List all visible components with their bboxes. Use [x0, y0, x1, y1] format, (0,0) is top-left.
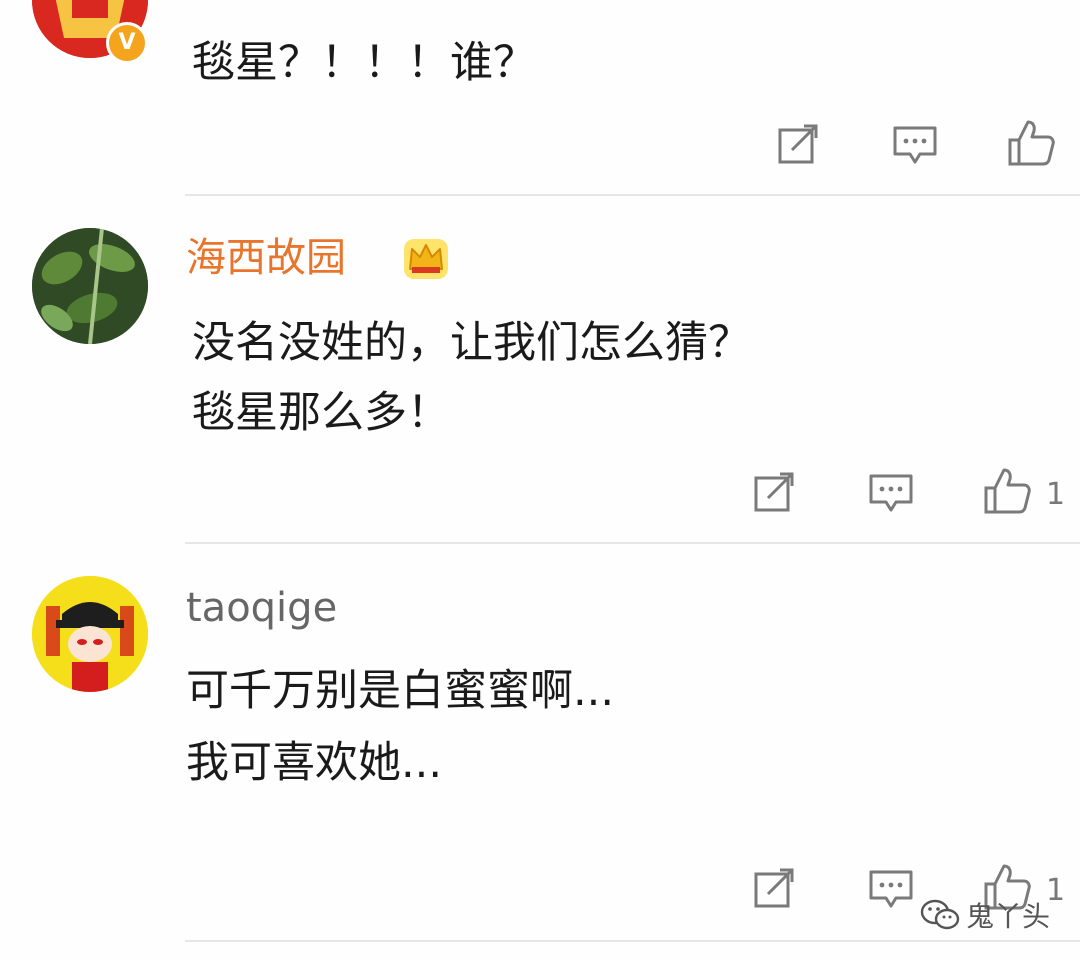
comment-text-line: 没名没姓的，让我们怎么猜？ [192, 318, 751, 368]
comment-text-line: 毯星那么多！ [192, 388, 450, 438]
watermark: 鬼丫头 [920, 895, 1050, 935]
username[interactable]: 海西故园 [186, 238, 346, 278]
crown-icon [404, 239, 448, 279]
repost-button[interactable] [774, 120, 824, 170]
avatar[interactable] [32, 228, 148, 344]
comment-divider [185, 542, 1080, 544]
avatar-image [32, 228, 148, 344]
comment-button[interactable] [890, 120, 940, 170]
wechat-icon [920, 899, 960, 930]
thumbs-up-icon [984, 468, 1031, 514]
comment-text-line: 可千万别是白蜜蜜啊... [186, 666, 615, 716]
like-count: 1 [1046, 477, 1066, 512]
avatar-image [32, 576, 148, 692]
comment-icon [869, 474, 913, 512]
avatar[interactable] [32, 576, 148, 692]
watermark-text: 鬼丫头 [966, 900, 1051, 933]
comment-icon [893, 126, 937, 164]
verified-badge: V [106, 22, 148, 64]
repost-button[interactable] [750, 468, 800, 518]
comment-text-line: 毯星？！！！谁？ [192, 38, 536, 88]
comment-text-line: 我可喜欢她... [186, 738, 443, 788]
like-button[interactable] [1006, 118, 1056, 168]
repost-icon [754, 472, 794, 512]
comment-button[interactable] [866, 468, 916, 518]
comment-icon [869, 870, 913, 908]
like-button[interactable] [982, 466, 1032, 516]
comment-feed: V 毯星？！！！谁？ 海西故园 没名没姓的，让我们怎么猜？ 毯星那么多！ 1 t… [0, 0, 1080, 960]
username[interactable]: taoqige [186, 588, 337, 628]
comment-button[interactable] [866, 864, 916, 914]
repost-button[interactable] [750, 864, 800, 914]
thumbs-up-icon [1008, 120, 1055, 166]
repost-icon [778, 124, 818, 164]
comment-divider [185, 940, 1080, 942]
comment-divider [185, 194, 1080, 196]
repost-icon [754, 868, 794, 908]
